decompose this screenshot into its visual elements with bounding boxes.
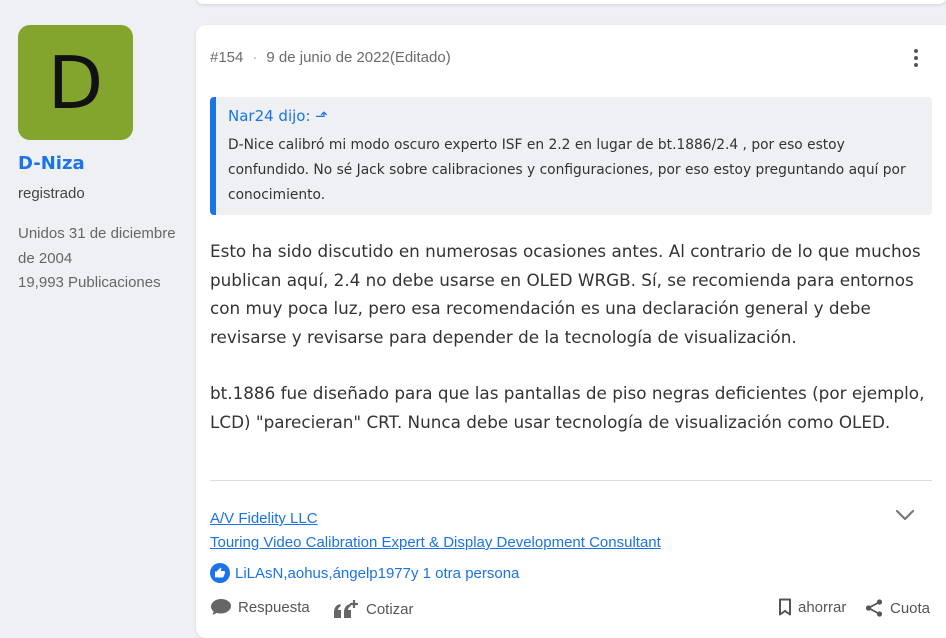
quote-plus-icon: [334, 600, 358, 618]
previous-post-card: [196, 0, 946, 4]
quote-author-link[interactable]: Nar24 dijo: ⬏: [228, 107, 918, 125]
signature-link-title[interactable]: Touring Video Calibration Expert & Displ…: [210, 531, 661, 555]
post-paragraph: Esto ha sido discutido en numerosas ocas…: [210, 241, 921, 347]
user-stats: Unidos 31 de diciembre de 2004 19,993 Pu…: [18, 222, 183, 296]
avatar[interactable]: D: [18, 25, 133, 140]
thumbs-up-icon: [210, 563, 230, 583]
quote-label: Cotizar: [366, 600, 414, 618]
reactions-bar: LiLAsN, aohus, ángelp1977 y 1 otra persona: [210, 563, 519, 583]
quote-text: D-Nice calibró mi modo oscuro experto IS…: [228, 137, 906, 203]
share-icon: [865, 599, 883, 617]
quote-block: Nar24 dijo: ⬏ D-Nice calibró mi modo osc…: [210, 97, 932, 215]
post-actions: Respuesta Cotizar ahorrar Cuota: [210, 598, 932, 622]
bookmark-button[interactable]: ahorrar: [778, 598, 846, 616]
post-date[interactable]: 9 de junio de 2022: [266, 49, 389, 66]
reaction-user[interactable]: LiLAsN: [235, 565, 283, 582]
post-body: Esto ha sido discutido en numerosas ocas…: [210, 237, 932, 436]
speech-bubble-icon: [211, 599, 231, 615]
post-paragraph: bt.1886 fue diseñado para que las pantal…: [210, 383, 925, 432]
user-title: registrado: [18, 185, 85, 202]
reaction-user[interactable]: ángelp1977: [333, 565, 411, 582]
reaction-user[interactable]: aohus: [288, 565, 329, 582]
bookmark-icon: [779, 598, 791, 616]
joined-date: Unidos 31 de diciembre de 2004: [18, 225, 176, 267]
reply-label: Respuesta: [238, 598, 310, 616]
post-meta: #154 · 9 de junio de 2022(Editado): [210, 49, 451, 66]
signature: A/V Fidelity LLC Touring Video Calibrati…: [210, 507, 661, 555]
share-label: Cuota: [890, 599, 931, 617]
user-sidebar: D D-Niza registrado Unidos 31 de diciemb…: [0, 0, 190, 638]
meta-separator: ·: [252, 49, 258, 66]
share-button[interactable]: Cuota: [864, 598, 930, 618]
signature-divider: [210, 480, 932, 481]
signature-link-company[interactable]: A/V Fidelity LLC: [210, 507, 661, 531]
bookmark-label: ahorrar: [798, 598, 847, 616]
reaction-others-link[interactable]: y 1 otra persona: [411, 565, 519, 582]
chevron-down-icon[interactable]: [894, 507, 916, 523]
more-vertical-icon[interactable]: [912, 47, 920, 69]
edited-label: (Editado): [389, 49, 451, 66]
post-card: #154 · 9 de junio de 2022(Editado) Nar24 d…: [196, 25, 946, 638]
username-link[interactable]: D-Niza: [18, 153, 85, 174]
reply-button[interactable]: Respuesta: [210, 598, 310, 616]
post-number-link[interactable]: #154: [210, 49, 243, 66]
post-count: 19,993 Publicaciones: [18, 274, 161, 291]
quote-button[interactable]: Cotizar: [332, 598, 414, 620]
